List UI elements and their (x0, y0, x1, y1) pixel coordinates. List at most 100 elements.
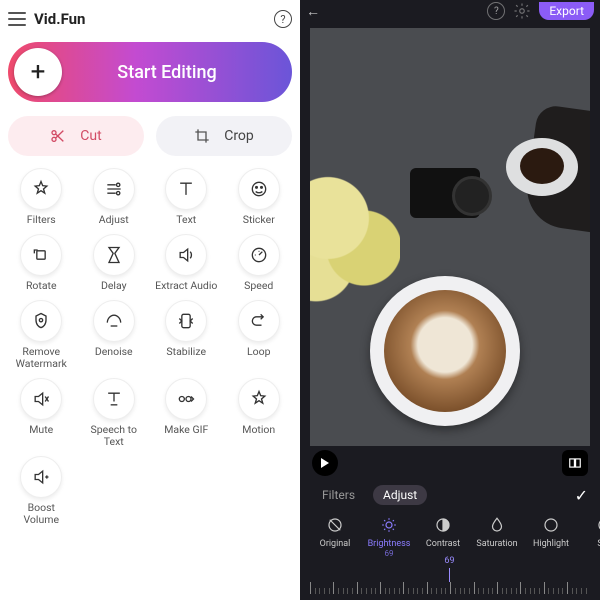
aspect-button[interactable] (562, 450, 588, 476)
tool-label: Speed (244, 280, 273, 292)
adjust-saturation[interactable]: Saturation (472, 514, 522, 549)
sticker-icon (238, 168, 280, 210)
filters-icon (20, 168, 62, 210)
brightness-icon (378, 514, 400, 536)
left-header: Vid.Fun ? (8, 6, 292, 32)
scissors-icon (50, 128, 66, 144)
info-icon[interactable]: ? (487, 2, 505, 20)
settings-icon[interactable] (513, 2, 531, 20)
tool-label: Denoise (95, 346, 133, 358)
cut-label: Cut (80, 128, 101, 144)
tool-text[interactable]: Text (153, 168, 220, 226)
tool-label: Adjust (99, 214, 129, 226)
export-button[interactable]: Export (539, 2, 594, 20)
tool-make-gif[interactable]: Make GIF (153, 378, 220, 448)
tool-stabilize[interactable]: Stabilize (153, 300, 220, 370)
tool-remove-watermark[interactable]: Remove Watermark (8, 300, 75, 370)
slider-value-label: 69 (444, 556, 454, 566)
tool-label: Delay (101, 280, 127, 292)
contrast-icon (432, 514, 454, 536)
video-preview[interactable] (310, 28, 590, 446)
adjust-original[interactable]: Original (310, 514, 360, 549)
tool-extract-audio[interactable]: Extract Audio (153, 234, 220, 292)
tool-label: Filters (27, 214, 56, 226)
tool-label: Stabilize (166, 346, 206, 358)
shadow-icon (594, 514, 600, 536)
app-brand: Vid.Fun (34, 10, 85, 28)
tool-motion[interactable]: Motion (226, 378, 293, 448)
back-icon[interactable]: ← (306, 3, 320, 20)
adjust-label: Contrast (426, 539, 460, 549)
preview-decor (410, 168, 480, 218)
adjust-label: Highlight (533, 539, 569, 549)
crop-icon (194, 128, 210, 144)
plus-icon: + (14, 48, 62, 96)
adjust-value: 69 (385, 549, 394, 558)
mute-icon (20, 378, 62, 420)
adjust-label: Original (320, 539, 351, 549)
cut-button[interactable]: Cut (8, 116, 144, 156)
confirm-icon[interactable]: ✓ (575, 486, 588, 505)
tool-filters[interactable]: Filters (8, 168, 75, 226)
start-editing-label: Start Editing (62, 62, 292, 83)
text-icon (165, 168, 207, 210)
tool-speed[interactable]: Speed (226, 234, 293, 292)
tool-mute[interactable]: Mute (8, 378, 75, 448)
tool-label: Extract Audio (155, 280, 217, 292)
tool-speech-to-text[interactable]: Speech to Text (81, 378, 148, 448)
start-editing-button[interactable]: + Start Editing (8, 42, 292, 102)
play-button[interactable] (312, 450, 338, 476)
value-slider[interactable]: 69 (310, 568, 590, 594)
make-gif-icon (165, 378, 207, 420)
tool-grid: Filters Adjust Text Sticker Rotate Delay Extra… (8, 168, 292, 526)
adjust-label: Saturation (476, 539, 517, 549)
delay-icon (93, 234, 135, 276)
tool-label: Sticker (243, 214, 275, 226)
adjust-icon (93, 168, 135, 210)
tool-denoise[interactable]: Denoise (81, 300, 148, 370)
saturation-icon (486, 514, 508, 536)
menu-icon[interactable] (8, 12, 26, 26)
rotate-icon (20, 234, 62, 276)
tool-label: Speech to Text (82, 424, 146, 448)
tool-palette-pane: Vid.Fun ? + Start Editing Cut Crop Filte… (0, 0, 300, 600)
preview-decor (310, 158, 400, 308)
tool-sticker[interactable]: Sticker (226, 168, 293, 226)
adjust-label: Brightness (368, 539, 411, 549)
tool-delay[interactable]: Delay (81, 234, 148, 292)
remove-watermark-icon (20, 300, 62, 342)
tool-label: Rotate (26, 280, 57, 292)
tool-adjust[interactable]: Adjust (81, 168, 148, 226)
highlight-icon (540, 514, 562, 536)
tool-label: Remove Watermark (9, 346, 73, 370)
motion-icon (238, 378, 280, 420)
adjust-highlight[interactable]: Highlight (526, 514, 576, 549)
tool-label: Loop (247, 346, 271, 358)
tool-label: Text (176, 214, 196, 226)
help-icon[interactable]: ? (274, 10, 292, 28)
speech-to-text-icon (93, 378, 135, 420)
tab-adjust[interactable]: Adjust (373, 485, 427, 505)
tool-label: Mute (29, 424, 53, 436)
playback-row (300, 446, 600, 480)
loop-icon (238, 300, 280, 342)
tool-rotate[interactable]: Rotate (8, 234, 75, 292)
adjust-brightness[interactable]: Brightness69 (364, 514, 414, 558)
original-icon (324, 514, 346, 536)
adjust-tab-row: Filters Adjust ✓ (300, 480, 600, 510)
denoise-icon (93, 300, 135, 342)
tool-boost-volume[interactable]: Boost Volume (8, 456, 75, 526)
tool-label: Boost Volume (9, 502, 73, 526)
stabilize-icon (165, 300, 207, 342)
crop-label: Crop (224, 128, 254, 144)
tool-label: Make GIF (164, 424, 208, 436)
tab-filters[interactable]: Filters (312, 485, 365, 505)
speed-icon (238, 234, 280, 276)
crop-button[interactable]: Crop (156, 116, 292, 156)
adjust-shadow[interactable]: Sha (580, 514, 600, 549)
editor-pane: ← ? Export Filters Adjust ✓ Original Brig… (300, 0, 600, 600)
adjust-contrast[interactable]: Contrast (418, 514, 468, 549)
preview-decor (506, 138, 578, 196)
tool-loop[interactable]: Loop (226, 300, 293, 370)
editor-top-bar: ← ? Export (300, 0, 600, 22)
